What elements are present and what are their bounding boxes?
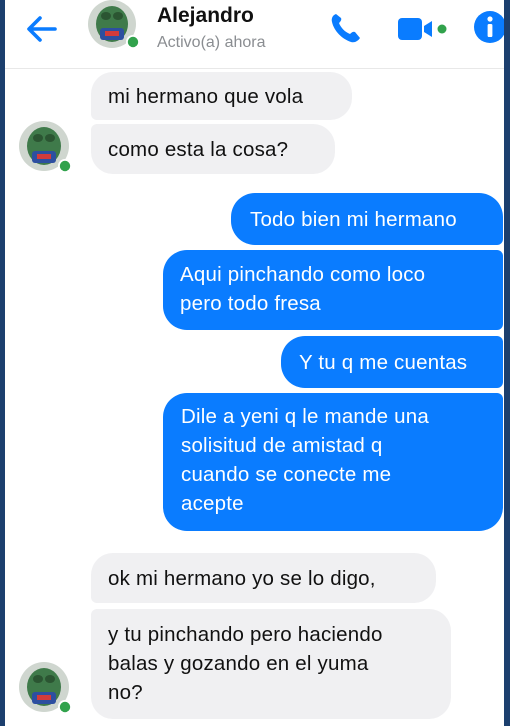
message-outgoing[interactable]: Dile a yeni q le mande una solisitud de …: [163, 393, 503, 531]
message-line: cuando se conecte me: [181, 463, 392, 486]
message-line: solisitud de amistad q: [181, 434, 383, 457]
contact-avatar: [19, 121, 72, 173]
contact-name[interactable]: Alejandro: [157, 4, 254, 28]
active-status: Activo(a) ahora: [157, 34, 266, 51]
message-incoming[interactable]: como esta la cosa?: [91, 124, 335, 174]
message-line: Dile a yeni q le mande una: [181, 405, 429, 428]
contact-avatar: [19, 662, 72, 714]
phone-icon[interactable]: [328, 10, 364, 46]
message-outgoing[interactable]: Todo bien mi hermano: [231, 193, 503, 245]
message-incoming[interactable]: mi hermano que vola: [91, 72, 352, 120]
online-indicator: [127, 36, 139, 48]
message-line: y tu pinchando pero haciendo: [108, 623, 383, 646]
message-outgoing[interactable]: Y tu q me cuentas: [281, 336, 503, 388]
back-arrow-icon[interactable]: [23, 10, 61, 48]
message-line: no?: [108, 681, 143, 704]
online-indicator: [59, 160, 71, 172]
video-camera-icon[interactable]: [398, 14, 452, 44]
message-line: balas y gozando en el yuma: [108, 652, 369, 675]
message-line: Aqui pinchando como loco: [180, 263, 426, 286]
chat-window: Alejandro Activo(a) ahora mi hermano que…: [5, 0, 504, 726]
message-outgoing[interactable]: Aqui pinchando como loco pero todo fresa: [163, 250, 503, 330]
message-incoming[interactable]: ok mi hermano yo se lo digo,: [91, 553, 436, 603]
message-line: acepte: [181, 492, 244, 515]
info-icon[interactable]: [473, 10, 504, 44]
message-line: pero todo fresa: [180, 292, 321, 315]
message-incoming[interactable]: y tu pinchando pero haciendo balas y goz…: [91, 609, 451, 719]
contact-avatar[interactable]: [83, 0, 141, 52]
online-indicator: [59, 701, 71, 713]
chat-header: Alejandro Activo(a) ahora: [5, 0, 504, 69]
